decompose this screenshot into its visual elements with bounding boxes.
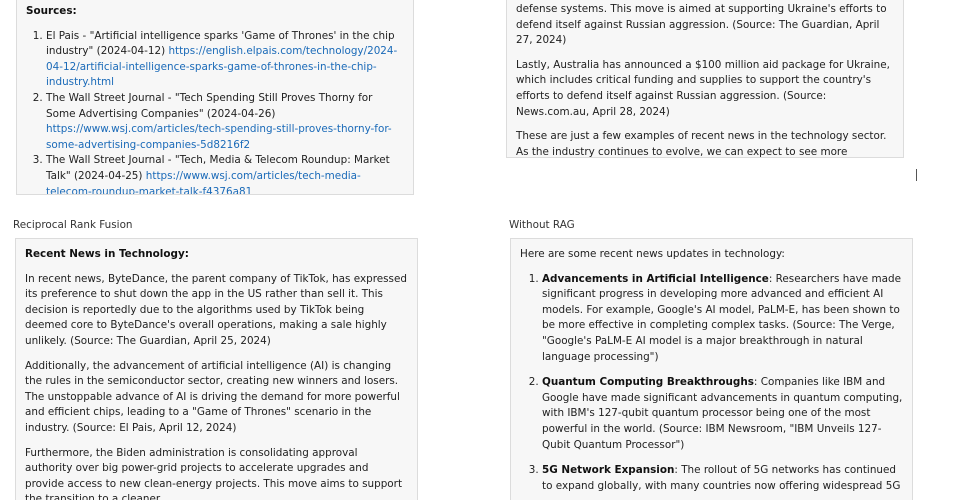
news-item-title: Advancements in Artificial Intelligence — [542, 272, 769, 285]
news-item-body: : Researchers have made significant prog… — [542, 272, 901, 363]
source-item: The Wall Street Journal - "Tech, Media &… — [46, 153, 403, 194]
source-text: The Wall Street Journal - "Tech Spending… — [46, 91, 373, 120]
response-panel-top-right: defense systems. This move is aimed at s… — [506, 0, 904, 158]
news-item: Quantum Computing Breakthroughs: Compani… — [542, 375, 904, 453]
news-item: 5G Network Expansion: The rollout of 5G … — [542, 463, 904, 494]
news-item-title: 5G Network Expansion — [542, 464, 675, 477]
response-panel-top-left: Sources: El Pais - "Artificial intellige… — [16, 0, 414, 195]
response-panel-rrf: Recent News in Technology: In recent new… — [15, 238, 418, 500]
news-item-title: Quantum Computing Breakthroughs — [542, 376, 754, 389]
paragraph: In recent news, ByteDance, the parent co… — [25, 272, 407, 347]
scrollbar[interactable] — [916, 169, 917, 181]
response-panel-without-rag: Here are some recent news updates in tec… — [510, 238, 913, 500]
response-intro: Here are some recent news updates in tec… — [520, 248, 785, 260]
paragraph: Furthermore, the Biden administration is… — [25, 446, 403, 500]
source-link[interactable]: https://www.wsj.com/articles/tech-spendi… — [46, 123, 392, 151]
without-rag-label: Without RAG — [509, 219, 575, 231]
sources-list: El Pais - "Artificial intelligence spark… — [26, 29, 403, 194]
response-heading: Recent News in Technology: — [25, 248, 189, 260]
sources-title: Sources: — [26, 5, 77, 17]
paragraph: defense systems. This move is aimed at s… — [516, 3, 887, 47]
source-item: The Wall Street Journal - "Tech Spending… — [46, 91, 403, 153]
paragraph: These are just a few examples of recent … — [516, 130, 887, 158]
rrf-label: Reciprocal Rank Fusion — [13, 219, 133, 231]
news-item: Advancements in Artificial Intelligence:… — [542, 272, 904, 366]
source-item: El Pais - "Artificial intelligence spark… — [46, 29, 403, 91]
paragraph: Additionally, the advancement of artific… — [25, 359, 400, 434]
news-list: Advancements in Artificial Intelligence:… — [520, 272, 904, 495]
paragraph: Lastly, Australia has announced a $100 m… — [516, 58, 890, 118]
